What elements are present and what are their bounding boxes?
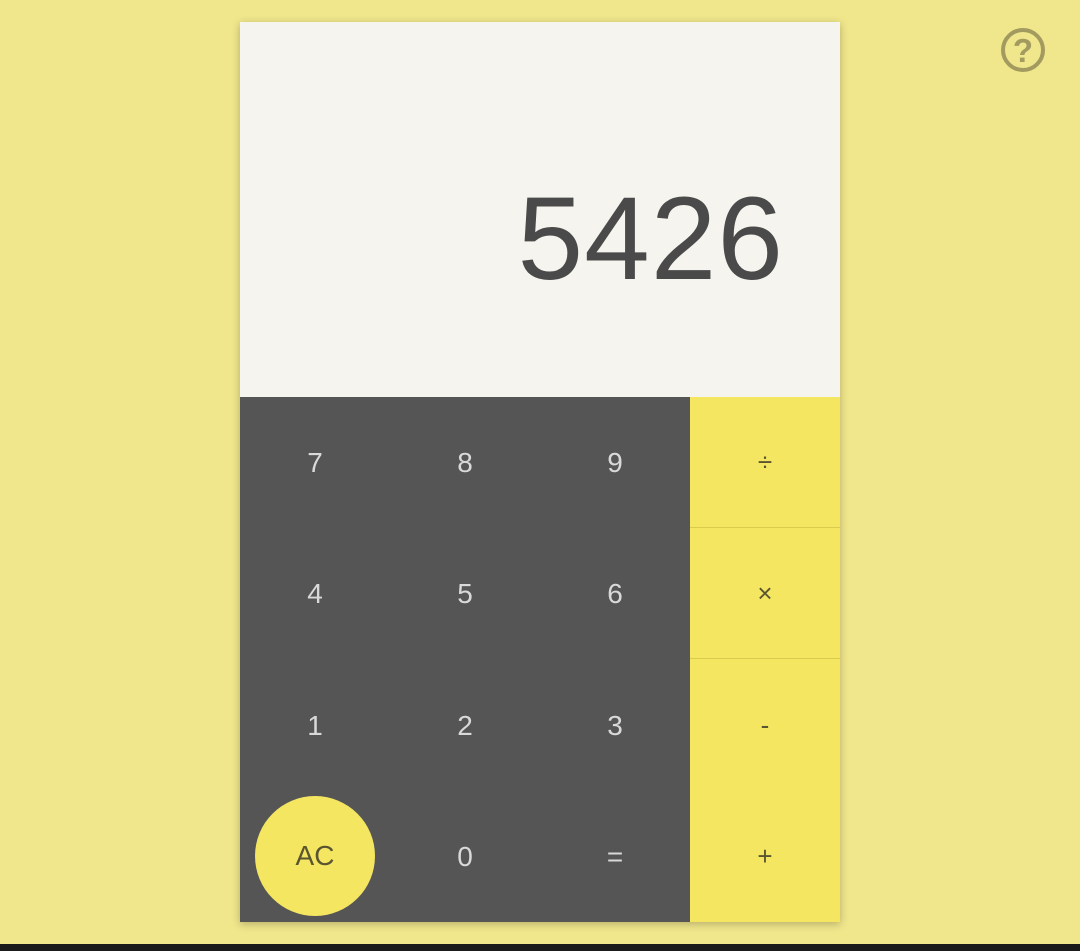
key-5[interactable]: 5 (390, 528, 540, 659)
multiply-button[interactable]: × (690, 528, 840, 659)
key-1[interactable]: 1 (240, 660, 390, 791)
key-4[interactable]: 4 (240, 528, 390, 659)
key-2[interactable]: 2 (390, 660, 540, 791)
display-value: 5426 (517, 173, 784, 305)
equals-button[interactable]: = (540, 791, 690, 922)
key-3[interactable]: 3 (540, 660, 690, 791)
help-icon-glyph: ? (1012, 31, 1034, 69)
bottom-edge-bar (0, 944, 1080, 951)
key-7[interactable]: 7 (240, 397, 390, 528)
display-panel: 5426 (240, 22, 840, 397)
calculator-page: ? 5426 7 8 9 4 5 6 1 2 3 AC 0 = ÷ × - + (0, 0, 1080, 951)
operator-column: ÷ × - + (690, 397, 840, 922)
add-button[interactable]: + (690, 791, 840, 922)
key-6[interactable]: 6 (540, 528, 690, 659)
divide-button[interactable]: ÷ (690, 397, 840, 528)
number-keypad: 7 8 9 4 5 6 1 2 3 AC 0 = (240, 397, 690, 922)
key-0[interactable]: 0 (390, 791, 540, 922)
help-icon[interactable]: ? (1001, 28, 1045, 72)
key-9[interactable]: 9 (540, 397, 690, 528)
clear-button[interactable]: AC (255, 796, 375, 916)
calculator: 5426 7 8 9 4 5 6 1 2 3 AC 0 = ÷ × - + (240, 22, 840, 922)
subtract-button[interactable]: - (690, 660, 840, 791)
key-8[interactable]: 8 (390, 397, 540, 528)
